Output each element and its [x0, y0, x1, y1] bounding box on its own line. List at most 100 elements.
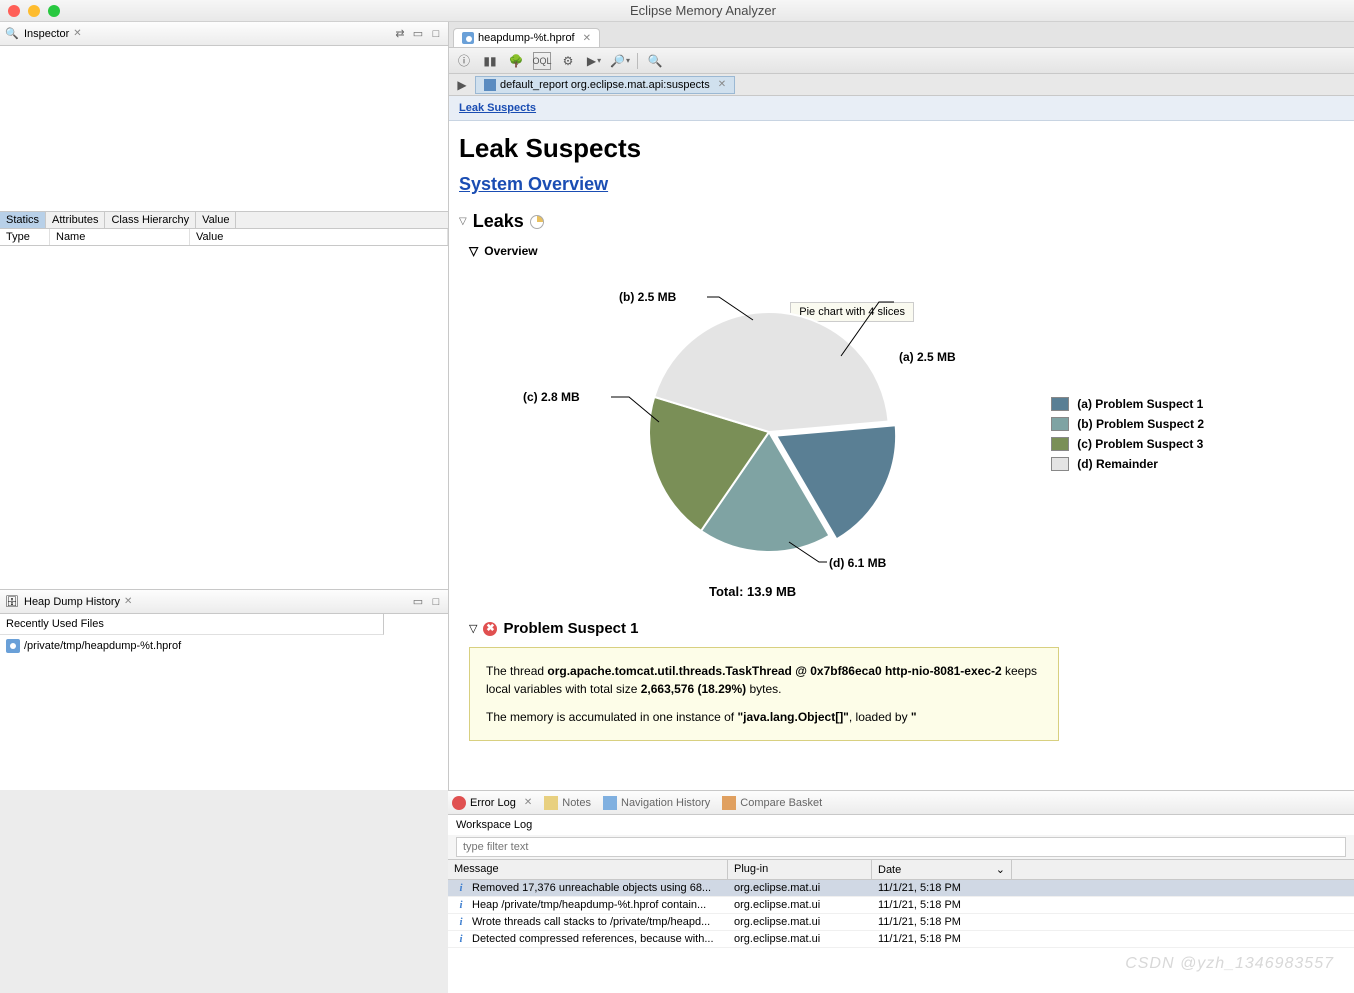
log-row[interactable]: iDetected compressed references, because… [448, 931, 1354, 948]
slice-label-c: (c) 2.8 MB [523, 390, 580, 404]
slice-label-b: (b) 2.5 MB [619, 290, 676, 304]
error-log-close[interactable]: ✕ [524, 797, 532, 808]
inspector-body: Statics Attributes Class Hierarchy Value… [0, 46, 448, 590]
legend-item-c: (c) Problem Suspect 3 [1051, 437, 1204, 451]
editor-tab-close[interactable]: ✕ [583, 33, 591, 44]
log-row[interactable]: iRemoved 17,376 unreachable objects usin… [448, 880, 1354, 897]
overview-section-header[interactable]: ▽ Overview [469, 244, 1344, 258]
bottom-tabs: Error Log ✕ Notes Navigation History Com… [448, 791, 1354, 815]
workspace-log-label: Workspace Log [448, 815, 1354, 835]
heap-file-row[interactable]: /private/tmp/heapdump-%t.hprof [0, 635, 448, 657]
breadcrumb-link[interactable]: Leak Suspects [459, 102, 536, 114]
inspector-title: Inspector [24, 28, 69, 40]
heap-file-icon [6, 639, 20, 653]
pie-svg [639, 302, 899, 562]
chart-total: Total: 13.9 MB [709, 584, 796, 599]
heap-file-path: /private/tmp/heapdump-%t.hprof [24, 640, 181, 652]
leaks-section-header[interactable]: ▽ Leaks [459, 211, 1344, 232]
legend-item-a: (a) Problem Suspect 1 [1051, 397, 1204, 411]
tab-class-hierarchy[interactable]: Class Hierarchy [105, 212, 196, 228]
editor-tab-label: heapdump-%t.hprof [478, 32, 575, 44]
maximize-window-button[interactable] [48, 5, 60, 17]
minimize-view-button[interactable]: ▭ [410, 26, 426, 42]
breadcrumb: Leak Suspects [449, 96, 1354, 121]
col-plugin[interactable]: Plug-in [728, 860, 872, 879]
editor-tab-heapdump[interactable]: heapdump-%t.hprof ✕ [453, 28, 600, 47]
editor-tabs: heapdump-%t.hprof ✕ [449, 22, 1354, 48]
tab-attributes[interactable]: Attributes [46, 212, 105, 228]
log-row[interactable]: iHeap /private/tmp/heapdump-%t.hprof con… [448, 897, 1354, 914]
heap-history-close-button[interactable]: ✕ [124, 596, 132, 607]
error-icon: ✖ [483, 622, 497, 636]
watermark: CSDN @yzh_1346983557 [1125, 955, 1334, 973]
overview-heading: Overview [484, 244, 537, 258]
system-overview-link[interactable]: System Overview [459, 174, 608, 194]
pie-chart: Pie chart with 4 slices (a) 2.5 MB (b) 2… [459, 262, 1344, 602]
legend-swatch [1051, 437, 1069, 451]
error-log-icon [452, 796, 466, 810]
heap-history-icon: 🗄 [4, 594, 20, 610]
suspect1-header[interactable]: ▽ ✖ Problem Suspect 1 [469, 620, 1344, 637]
inspector-view-header: 🔍 Inspector ✕ ⇄ ▭ □ [0, 22, 448, 46]
filter-input[interactable] [456, 837, 1346, 857]
heap-minimize-button[interactable]: ▭ [410, 594, 426, 610]
legend-item-b: (b) Problem Suspect 2 [1051, 417, 1204, 431]
collapse-icon: ▽ [469, 622, 477, 635]
legend-item-d: (d) Remainder [1051, 457, 1204, 471]
collapse-icon: ▽ [469, 244, 478, 258]
inspector-columns: Type Name Value [0, 229, 448, 246]
run-report-button[interactable]: ▶ [585, 52, 603, 70]
suspect1-heading: Problem Suspect 1 [503, 620, 638, 637]
col-date[interactable]: Date⌄ [872, 860, 1012, 879]
log-row[interactable]: iWrote threads call stacks to /private/t… [448, 914, 1354, 931]
find-button[interactable]: 🔍 [646, 52, 664, 70]
col-type[interactable]: Type [0, 229, 50, 245]
minimize-window-button[interactable] [28, 5, 40, 17]
legend-swatch [1051, 417, 1069, 431]
report-area[interactable]: Leak Suspects Leak Suspects System Overv… [449, 96, 1354, 790]
heap-tab-icon [462, 32, 474, 44]
subtab-default-report[interactable]: default_report org.eclipse.mat.api:suspe… [475, 76, 735, 94]
subtab-bar: ▶ default_report org.eclipse.mat.api:sus… [449, 74, 1354, 96]
tab-statics[interactable]: Statics [0, 212, 46, 228]
col-message[interactable]: Message [448, 860, 728, 879]
subtab-close[interactable]: ✕ [718, 79, 726, 90]
info-icon: i [454, 882, 468, 894]
heap-maximize-button[interactable]: □ [428, 594, 444, 610]
overview-button[interactable]: ⓘ [455, 52, 473, 70]
sync-button[interactable]: ⇄ [392, 26, 408, 42]
slice-label-d: (d) 6.1 MB [829, 556, 886, 570]
tab-nav-history[interactable]: Navigation History [603, 796, 710, 810]
suspect1-details: The thread org.apache.tomcat.util.thread… [469, 647, 1059, 741]
chart-legend: (a) Problem Suspect 1 (b) Problem Suspec… [1051, 397, 1204, 477]
tab-compare-basket[interactable]: Compare Basket [722, 796, 822, 810]
page-title: Leak Suspects [459, 133, 1344, 164]
info-icon: i [454, 899, 468, 911]
pie-icon [530, 215, 544, 229]
info-icon: i [454, 933, 468, 945]
heap-history-title: Heap Dump History [24, 596, 120, 608]
slice-label-a: (a) 2.5 MB [899, 350, 956, 364]
inspector-close-button[interactable]: ✕ [73, 28, 81, 39]
dominator-tree-button[interactable]: 🌳 [507, 52, 525, 70]
subtab-nav-button[interactable]: ▶ [453, 76, 471, 94]
collapse-icon: ▽ [459, 216, 467, 227]
tab-notes[interactable]: Notes [544, 796, 591, 810]
editor-toolbar: ⓘ ▮▮ 🌳 OQL ⚙ ▶ 🔎 🔍 [449, 48, 1354, 74]
oql-button[interactable]: OQL [533, 52, 551, 70]
close-window-button[interactable] [8, 5, 20, 17]
heap-history-header: 🗄 Heap Dump History ✕ ▭ □ [0, 590, 448, 614]
col-value[interactable]: Value [190, 229, 448, 245]
histogram-button[interactable]: ▮▮ [481, 52, 499, 70]
thread-button[interactable]: ⚙ [559, 52, 577, 70]
subtab-label: default_report org.eclipse.mat.api:suspe… [500, 79, 710, 91]
window-controls [8, 5, 60, 17]
legend-swatch [1051, 457, 1069, 471]
maximize-view-button[interactable]: □ [428, 26, 444, 42]
tab-error-log[interactable]: Error Log ✕ [452, 796, 532, 810]
tab-value[interactable]: Value [196, 212, 236, 228]
recently-used-label: Recently Used Files [0, 614, 384, 635]
query-browser-button[interactable]: 🔎 [611, 52, 629, 70]
col-name[interactable]: Name [50, 229, 190, 245]
app-title: Eclipse Memory Analyzer [60, 3, 1346, 18]
